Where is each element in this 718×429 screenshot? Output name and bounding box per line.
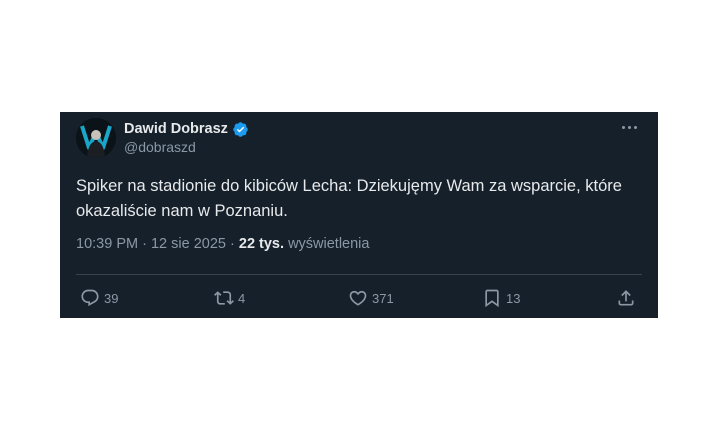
avatar[interactable] — [76, 118, 116, 158]
bookmark-button[interactable]: 13 — [482, 286, 520, 310]
views-count: 22 tys. — [238, 236, 285, 252]
author-name[interactable]: Dawid Dobrasz — [124, 121, 228, 137]
verified-icon — [232, 121, 249, 138]
repost-icon — [214, 291, 234, 305]
tweet-text: Spiker na stadionie do kibiców Lecha: Dz… — [76, 177, 622, 220]
reply-button[interactable]: 39 — [80, 286, 118, 310]
reply-count: 39 — [104, 290, 119, 306]
like-count: 371 — [372, 290, 394, 306]
more-icon[interactable] — [620, 120, 640, 136]
repost-button[interactable]: 4 — [214, 286, 245, 310]
meta-separator: · — [142, 236, 147, 252]
bookmark-count: 13 — [506, 290, 521, 306]
tweet-time[interactable]: 10:39 PM — [76, 236, 138, 252]
bookmark-icon — [485, 289, 499, 308]
avatar-image — [76, 118, 116, 158]
tweet-date[interactable]: 12 sie 2025 — [151, 236, 226, 252]
like-button[interactable]: 371 — [348, 286, 394, 310]
tweet-card[interactable]: Dawid Dobrasz @dobraszd Spiker na stadio… — [60, 112, 658, 318]
views-label: wyświetlenia — [288, 236, 370, 252]
share-icon — [618, 290, 634, 306]
author-row: Dawid Dobrasz — [124, 120, 249, 138]
like-icon — [349, 290, 367, 306]
share-button[interactable] — [616, 286, 636, 310]
tweet-meta: 10:39 PM · 12 sie 2025 · 22 tys. wyświet… — [76, 236, 369, 252]
repost-count: 4 — [238, 290, 246, 306]
action-bar: 39 4 371 13 — [76, 286, 642, 310]
divider — [76, 274, 642, 275]
author-handle[interactable]: @dobraszd — [124, 139, 196, 155]
reply-icon — [81, 289, 99, 307]
meta-separator: · — [230, 236, 235, 252]
